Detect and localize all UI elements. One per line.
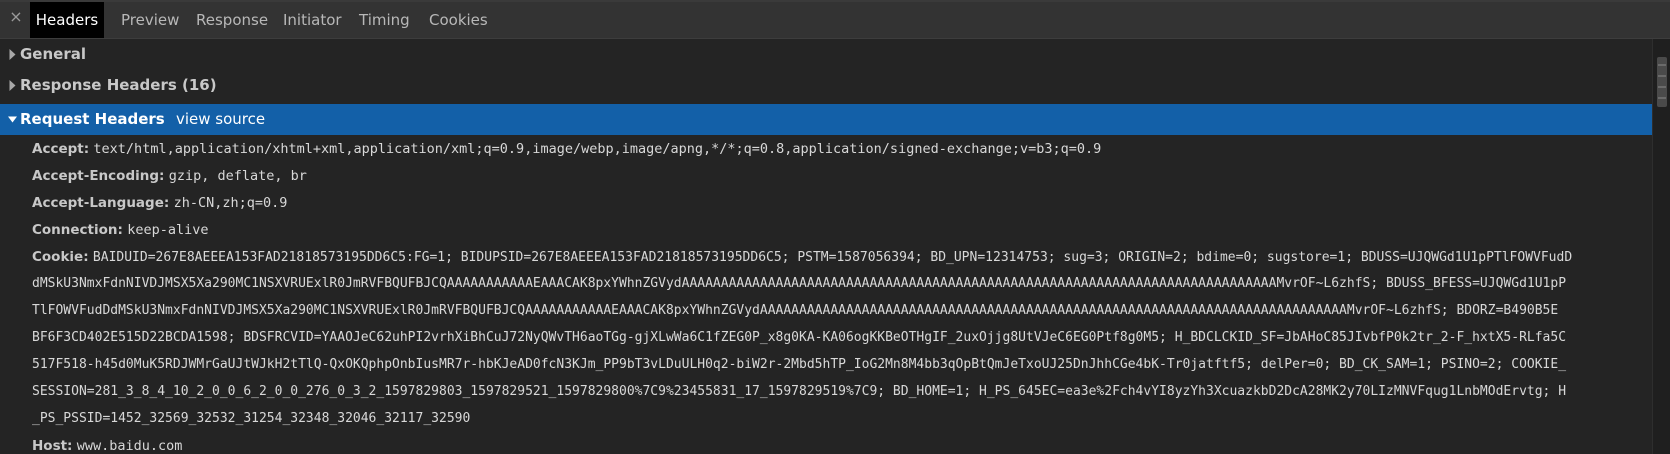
devtools-network-panel: × Headers Preview Response Initiator Tim… [0, 0, 1670, 454]
scrollbar-marker [1658, 75, 1666, 77]
header-value: text/html,application/xhtml+xml,applicat… [93, 141, 1102, 157]
tab-headers[interactable]: Headers [30, 2, 104, 38]
close-icon[interactable]: × [7, 8, 25, 26]
header-name: Cookie: [32, 249, 89, 265]
header-name: Accept-Encoding: [32, 168, 165, 184]
section-request-headers-label: Request Headers [20, 110, 165, 128]
header-connection: Connection: keep-alive [32, 217, 1642, 244]
section-request-headers[interactable]: Request Headers view source [0, 104, 1652, 135]
header-value: zh-CN,zh;q=0.9 [173, 195, 288, 211]
header-accept: Accept: text/html,application/xhtml+xml,… [32, 136, 1642, 163]
header-value: BAIDUID=267E8AEEEA153FAD21818573195DD6C5… [92, 250, 1573, 265]
scrollbar-marker [1658, 64, 1666, 66]
cookie-value-line: SESSION=281_3_8_4_10_2_0_0_6_2_0_0_276_0… [32, 384, 1567, 399]
tab-response[interactable]: Response [196, 2, 268, 38]
cookie-value-line: BF6F3CD402E515D22BCDA1598; BDSFRCVID=YAA… [32, 330, 1567, 345]
header-name: Connection: [32, 222, 123, 238]
expand-arrow-icon [9, 49, 16, 60]
cookie-value-line: 517F518-h45d0MuK5RDJWMrGaUJtWJkH2tTlQ-Qx… [32, 357, 1567, 372]
expand-arrow-icon [9, 80, 16, 91]
tab-timing[interactable]: Timing [359, 2, 410, 38]
cookie-value-line: _PS_PSSID=1452_32569_32532_31254_32348_3… [32, 411, 471, 426]
scrollbar-marker [1658, 97, 1666, 99]
header-value: www.baidu.com [76, 438, 183, 454]
tab-bar: × Headers Preview Response Initiator Tim… [0, 0, 1670, 39]
view-source-link[interactable]: view source [176, 104, 265, 135]
header-name: Host: [32, 438, 73, 454]
section-general-label: General [20, 45, 86, 63]
collapse-arrow-icon [8, 116, 17, 123]
tab-cookies[interactable]: Cookies [429, 2, 488, 38]
section-response-headers-label: Response Headers (16) [20, 76, 217, 94]
section-response-headers[interactable]: Response Headers (16) [0, 70, 1652, 101]
header-accept-encoding: Accept-Encoding: gzip, deflate, br [32, 163, 1642, 190]
section-general[interactable]: General [0, 39, 1652, 70]
header-value: gzip, deflate, br [168, 168, 307, 184]
cookie-value-line: TlFOWVFudDdMSkU3NmxFdnNIVDJMSX5Xa290MC1N… [32, 303, 1559, 318]
header-cookie: Cookie: BAIDUID=267E8AEEEA153FAD21818573… [32, 244, 1652, 272]
header-name: Accept-Language: [32, 195, 170, 211]
header-host: Host: www.baidu.com [32, 433, 1642, 454]
header-value: keep-alive [127, 222, 209, 238]
vertical-scrollbar[interactable] [1652, 39, 1670, 454]
tab-initiator[interactable]: Initiator [283, 2, 342, 38]
scrollbar-marker [1658, 86, 1666, 88]
header-name: Accept: [32, 141, 90, 157]
header-accept-language: Accept-Language: zh-CN,zh;q=0.9 [32, 190, 1642, 217]
tab-preview[interactable]: Preview [121, 2, 179, 38]
headers-content: General Response Headers (16) Request He… [0, 39, 1652, 454]
cookie-value-line: dMSkU3NmxFdnNIVDJMSX5Xa290MC1NSXVRUExlR0… [32, 276, 1567, 291]
